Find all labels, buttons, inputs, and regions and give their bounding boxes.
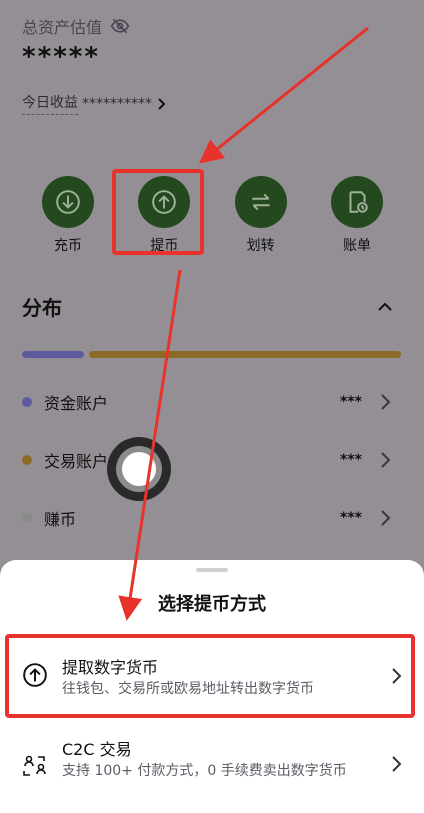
chevron-right-icon xyxy=(392,756,402,772)
today-earnings-label: 今日收益 xyxy=(22,92,78,115)
total-asset-label: 总资产估值 xyxy=(22,18,103,37)
option-title: C2C 交易 xyxy=(62,740,132,759)
action-row: 充币 提币 划转 账单 xyxy=(40,176,385,255)
account-value: *** xyxy=(340,510,362,526)
assistive-touch-ring xyxy=(116,446,162,492)
account-row-trading[interactable]: 交易账户 *** xyxy=(22,448,402,472)
account-name: 赚币 xyxy=(44,510,77,529)
distribution-bar-funding xyxy=(22,351,84,358)
chevron-up-icon[interactable] xyxy=(374,296,396,318)
chevron-right-icon xyxy=(381,452,391,468)
annotation-arrow-top xyxy=(198,26,369,164)
deposit-button[interactable]: 充币 xyxy=(40,176,96,255)
total-asset-value: ***** xyxy=(22,42,100,72)
chevron-right-icon xyxy=(381,394,391,410)
option-title: 提取数字货币 xyxy=(62,658,159,677)
account-name: 资金账户 xyxy=(44,394,109,413)
total-asset-header: 总资产估值 xyxy=(22,14,130,38)
account-row-funding[interactable]: 资金账户 *** xyxy=(22,390,402,414)
sheet-drag-handle[interactable] xyxy=(196,568,228,572)
bill-icon xyxy=(349,191,368,213)
option-c2c-trade[interactable]: C2C 交易 支持 100+ 付款方式，0 手续费卖出数字货币 xyxy=(0,730,424,810)
account-row-earn[interactable]: 赚币 *** xyxy=(22,506,402,530)
today-earnings-value: ********** xyxy=(82,95,152,112)
account-value: *** xyxy=(340,394,362,410)
bill-button[interactable]: 账单 xyxy=(329,176,385,255)
trading-dot xyxy=(22,455,32,465)
people-exchange-icon xyxy=(23,755,46,776)
option-withdraw-crypto[interactable]: 提取数字货币 往钱包、交易所或欧易地址转出数字货币 xyxy=(0,644,424,714)
chevron-right-icon xyxy=(381,510,391,526)
transfer-button[interactable]: 划转 xyxy=(233,176,289,255)
chevron-right-icon xyxy=(392,668,402,684)
account-value: *** xyxy=(340,452,362,468)
transfer-icon xyxy=(251,193,270,211)
deposit-label: 充币 xyxy=(54,238,82,254)
download-icon xyxy=(56,190,80,214)
withdraw-label: 提币 xyxy=(150,238,179,254)
sheet-title: 选择提币方式 xyxy=(158,594,266,615)
funding-dot xyxy=(22,397,32,407)
deposit-circle xyxy=(42,176,94,228)
transfer-circle xyxy=(234,176,287,228)
distribution-bar-trading xyxy=(89,351,401,358)
withdraw-circle xyxy=(138,176,191,228)
account-name: 交易账户 xyxy=(44,452,109,471)
bill-circle xyxy=(330,176,383,228)
assets-screen: 总资产估值 ***** 今日收益 ********** 充币 提币 划转 账单 … xyxy=(0,0,424,813)
option-subtitle: 支持 100+ 付款方式，0 手续费卖出数字货币 xyxy=(62,763,347,779)
eye-hidden-icon[interactable] xyxy=(110,16,130,36)
assistive-touch-button[interactable] xyxy=(107,437,171,501)
distribution-title: 分布 xyxy=(22,296,62,320)
bill-label: 账单 xyxy=(342,238,371,254)
option-subtitle: 往钱包、交易所或欧易地址转出数字货币 xyxy=(62,681,314,697)
upload-icon xyxy=(152,190,177,214)
today-earnings[interactable]: 今日收益 ********** xyxy=(22,92,166,115)
withdraw-button[interactable]: 提币 xyxy=(136,176,192,255)
withdraw-method-sheet: 选择提币方式 提取数字货币 往钱包、交易所或欧易地址转出数字货币 C2C 交易 … xyxy=(0,560,424,813)
transfer-label: 划转 xyxy=(246,238,275,254)
chevron-right-icon xyxy=(158,97,166,110)
earn-dot xyxy=(22,513,32,523)
assistive-touch-core xyxy=(122,452,156,486)
upload-icon xyxy=(23,663,47,687)
